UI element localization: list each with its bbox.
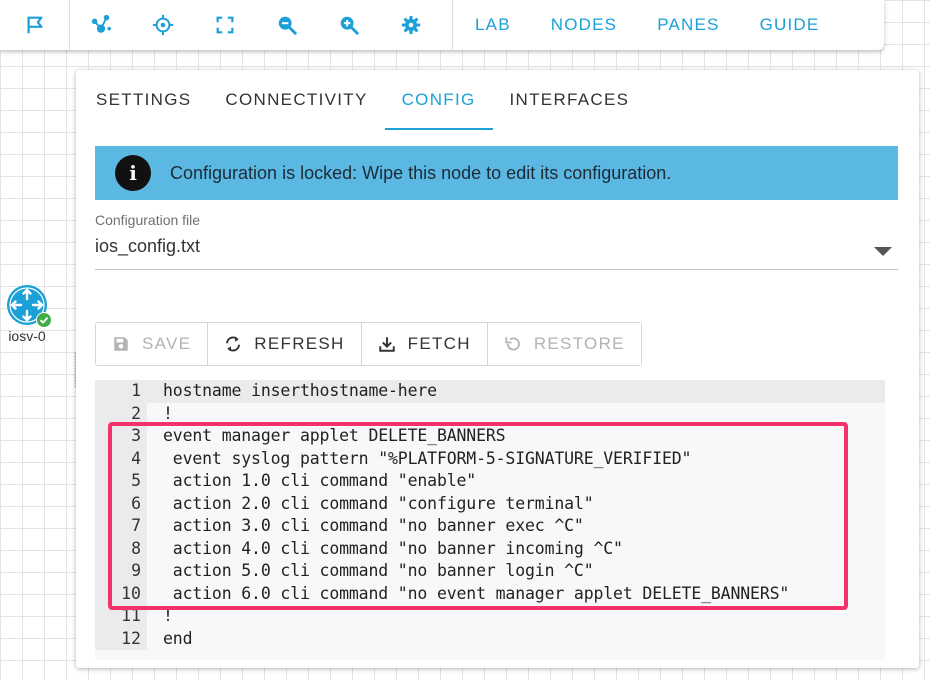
editor-line[interactable]: 8 action 4.0 cli command "no banner inco… [95,537,885,561]
editor-line[interactable]: 7 action 3.0 cli command "no banner exec… [95,515,885,538]
code-text[interactable]: action 2.0 cli command "configure termin… [147,493,594,516]
code-text[interactable]: action 1.0 cli command "enable" [147,470,476,493]
tab-config[interactable]: CONFIG [384,70,493,130]
canvas-node[interactable]: iosv-0 [2,284,52,344]
config-file-select[interactable]: Configuration file ios_config.txt [95,212,898,270]
fetch-button[interactable]: FETCH [361,323,488,365]
line-number: 12 [95,627,147,650]
tab-connectivity[interactable]: CONNECTIVITY [208,70,384,130]
dropdown-arrow-icon[interactable] [874,247,892,256]
restore-button[interactable]: RESTORE [487,323,641,365]
check-badge-icon [36,312,52,328]
refresh-button[interactable]: REFRESH [208,323,362,365]
editor-line[interactable]: 3 event manager applet DELETE_BANNERS [95,425,885,448]
zoom-in-icon[interactable] [318,0,380,50]
config-actions: SAVE REFRESH FETCH RESTORE [95,322,642,366]
zoom-out-icon[interactable] [256,0,318,50]
editor-line[interactable]: 4 event syslog pattern "%PLATFORM-5-SIGN… [95,447,885,471]
flag-icon[interactable] [0,0,70,50]
code-text[interactable]: action 4.0 cli command "no banner incomi… [147,538,623,561]
line-number: 6 [95,492,147,515]
refresh-label: REFRESH [254,334,345,353]
banner-message: Configuration is locked: Wipe this node … [170,162,672,183]
refresh-icon [226,336,241,352]
line-number: 1 [95,380,147,403]
target-icon[interactable] [132,0,194,50]
save-label: SAVE [142,334,192,353]
line-number: 3 [95,425,147,448]
line-number: 4 [95,447,147,470]
panel-tabs: SETTINGS CONNECTIVITY CONFIG INTERFACES [76,70,919,130]
line-number: 11 [95,605,147,628]
restore-label: RESTORE [533,334,625,353]
line-number: 7 [95,515,147,538]
editor-line[interactable]: 10 action 6.0 cli command "no event mana… [95,582,885,606]
tab-interfaces[interactable]: INTERFACES [493,70,647,130]
editor-line[interactable]: 9 action 5.0 cli command "no banner logi… [95,560,885,583]
config-file-label: Configuration file [95,212,201,228]
code-text[interactable]: event manager applet DELETE_BANNERS [147,425,506,448]
code-text[interactable]: action 6.0 cli command "no event manager… [147,583,790,606]
editor-line[interactable]: 1 hostname inserthostname-here [95,380,885,403]
code-text[interactable]: hostname inserthostname-here [147,380,437,403]
menu-panes[interactable]: PANES [657,15,719,35]
code-text[interactable]: action 5.0 cli command "no banner login … [147,560,594,583]
line-number: 9 [95,560,147,583]
info-banner: i Configuration is locked: Wipe this nod… [95,146,898,200]
line-number: 2 [95,402,147,425]
node-config-panel: SETTINGS CONNECTIVITY CONFIG INTERFACES … [76,70,919,668]
save-button[interactable]: SAVE [96,323,209,365]
main-menu: LAB NODES PANES GUIDE [475,0,819,50]
line-number: 10 [95,582,147,605]
editor-line[interactable]: 5 action 1.0 cli command "enable" [95,470,885,493]
share-node-icon[interactable] [70,0,132,50]
fit-screen-icon[interactable] [194,0,256,50]
config-file-value[interactable]: ios_config.txt [95,236,898,257]
menu-nodes[interactable]: NODES [551,15,617,35]
menu-guide[interactable]: GUIDE [760,15,820,35]
editor-line[interactable]: 11! [95,605,885,628]
gear-icon[interactable] [380,0,442,50]
node-label: iosv-0 [8,328,46,344]
tab-settings[interactable]: SETTINGS [79,70,208,130]
top-toolbar: LAB NODES PANES GUIDE [0,0,884,50]
restore-icon [505,337,520,351]
save-icon [114,337,128,351]
download-icon [378,337,395,352]
config-editor[interactable]: 1 hostname inserthostname-here 2! 3 event ma… [95,380,885,660]
code-text[interactable]: ! [147,403,173,426]
menu-lab[interactable]: LAB [475,15,511,35]
router-icon[interactable] [6,284,52,328]
code-text[interactable]: action 3.0 cli command "no banner exec ^… [147,515,584,538]
code-text[interactable]: end [147,628,193,651]
code-text[interactable]: event syslog pattern "%PLATFORM-5-SIGNAT… [147,448,692,471]
toolbar-divider [452,0,453,50]
code-text[interactable]: ! [147,605,173,628]
fetch-label: FETCH [407,334,471,353]
line-number: 8 [95,537,147,560]
editor-line[interactable]: 2! [95,402,885,426]
info-icon: i [115,155,151,191]
editor-line[interactable]: 12 end [95,627,885,651]
editor-line[interactable]: 6 action 2.0 cli command "configure term… [95,492,885,516]
line-number: 5 [95,470,147,493]
